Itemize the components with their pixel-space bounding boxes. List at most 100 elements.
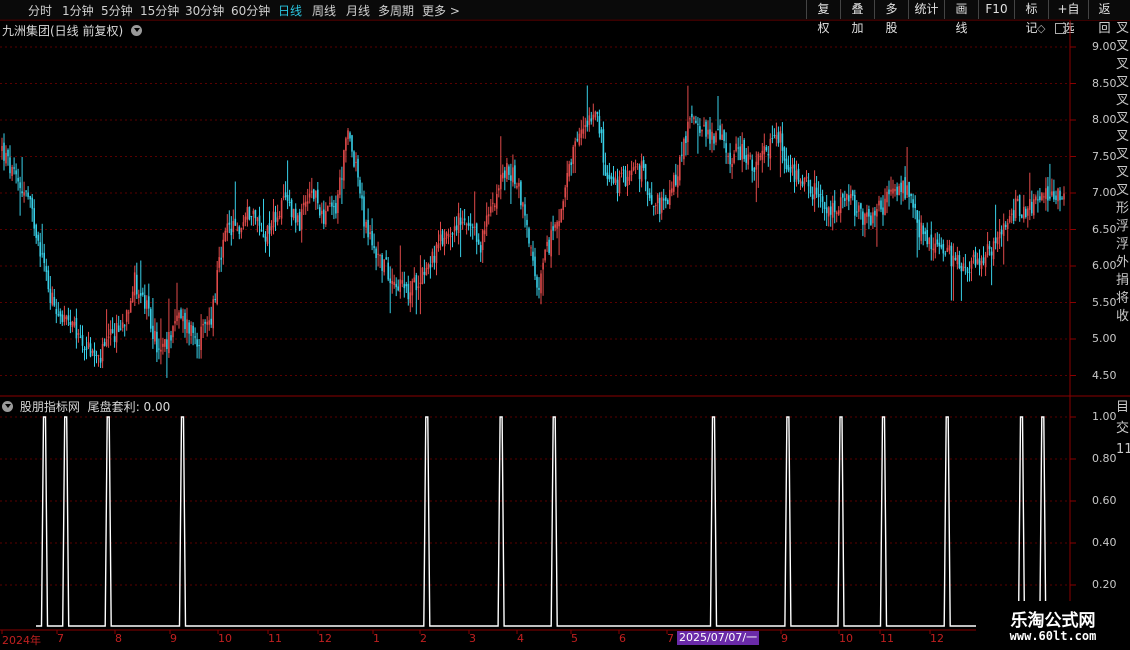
candle-body [799, 180, 802, 184]
candle-body [829, 206, 832, 215]
candle-body [570, 162, 572, 165]
candle-body [129, 301, 132, 313]
x-axis-label: 11 [880, 632, 894, 645]
candle-body [19, 182, 21, 189]
candle-body [343, 150, 345, 181]
signal-line [36, 416, 1064, 627]
candle-body [548, 239, 550, 254]
candle-body [658, 197, 661, 215]
candle-body [339, 177, 341, 195]
candle-body [813, 183, 816, 200]
candle-body [751, 159, 753, 171]
candle-body [9, 157, 11, 174]
candle-body [640, 161, 643, 182]
candle-body [660, 197, 663, 213]
candle-body [29, 196, 31, 200]
candle-body [938, 242, 941, 247]
candle-body [200, 326, 202, 350]
candle-body [854, 194, 856, 216]
candle-body [160, 349, 162, 352]
candle-body [33, 208, 35, 229]
candle-body [435, 244, 438, 264]
candle-body [347, 130, 349, 140]
candle-body [600, 129, 603, 134]
candle-body [679, 157, 681, 181]
candle-body [1037, 199, 1039, 201]
candle-body [236, 229, 239, 231]
candle-body [968, 272, 971, 274]
candle-body [240, 227, 243, 233]
candle-body [825, 207, 828, 214]
candle-body [801, 181, 804, 186]
candle-body [174, 321, 176, 324]
candle-body [125, 310, 128, 322]
candle-body [936, 239, 939, 245]
candle-body [355, 161, 357, 163]
candle-body [148, 296, 150, 309]
candle-body [131, 291, 134, 302]
candle-body [743, 140, 745, 159]
candle-body [302, 202, 305, 206]
candle-body [89, 343, 92, 357]
candle-body [87, 342, 90, 348]
x-axis-label: 5 [571, 632, 578, 645]
candle-body [729, 152, 731, 165]
candle-body [57, 314, 60, 316]
candle-body [844, 198, 846, 201]
candle-body [234, 218, 237, 226]
candle-body [53, 297, 56, 306]
candle-body [248, 206, 251, 220]
candle-body [809, 186, 812, 194]
candle-body [467, 222, 470, 226]
candle-body [389, 278, 391, 284]
candle-body [107, 336, 110, 339]
candle-body [439, 234, 442, 242]
candle-body [1008, 216, 1011, 223]
candle-body [403, 283, 406, 289]
x-axis-label: 3 [469, 632, 476, 645]
candle-body [27, 192, 29, 197]
candle-body [827, 207, 830, 217]
watermark-url: www.60lt.com [1009, 629, 1097, 643]
candle-body [284, 192, 287, 198]
candle-body [144, 295, 146, 309]
candle-body [912, 199, 914, 208]
candle-body [665, 197, 667, 201]
candle-body [978, 258, 981, 266]
candle-body [252, 210, 255, 215]
candle-body [976, 259, 979, 264]
price-chart[interactable] [0, 0, 1130, 650]
candle-body [164, 339, 166, 347]
candle-body [180, 309, 182, 318]
candle-body [276, 217, 279, 222]
candle-body [996, 237, 999, 245]
candle-body [737, 147, 739, 149]
candle-body [868, 209, 870, 217]
candle-body [254, 210, 257, 219]
candle-body [759, 155, 762, 157]
candle-body [172, 326, 174, 338]
candle-body [258, 215, 261, 226]
candle-body [552, 226, 554, 231]
candle-body [817, 194, 820, 198]
candle-body [170, 335, 172, 341]
candle-body [315, 191, 317, 198]
candle-body [930, 234, 933, 250]
candle-body [962, 263, 965, 271]
candle-body [63, 314, 66, 322]
candle-body [93, 349, 96, 356]
candle-body [490, 206, 492, 213]
candle-body [150, 308, 152, 329]
candle-body [298, 211, 301, 231]
candle-body [77, 333, 80, 335]
candle-body [819, 194, 822, 196]
candle-body [550, 230, 552, 257]
candle-body [757, 153, 760, 166]
candle-body [206, 321, 208, 325]
chevron-down-icon[interactable] [2, 401, 13, 412]
candle-body [250, 216, 253, 217]
candle-body [1045, 188, 1047, 199]
candle-body [689, 118, 691, 120]
candle-body [1, 146, 3, 151]
candle-body [405, 284, 408, 287]
